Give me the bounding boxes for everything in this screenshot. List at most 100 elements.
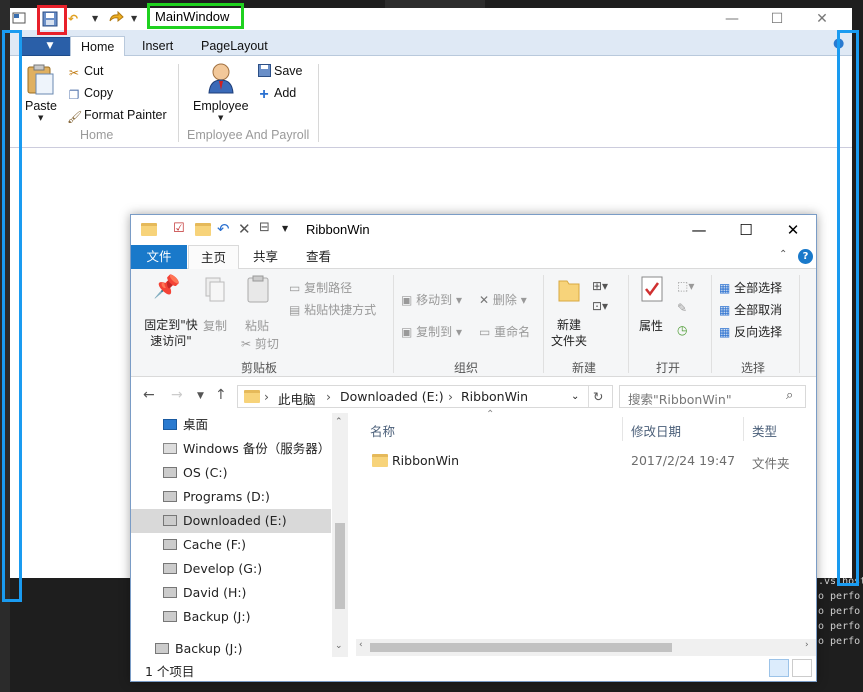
copy-path-icon: ▭ [289, 281, 305, 295]
large-icons-view-icon[interactable] [792, 659, 812, 677]
paste-shortcut-button[interactable]: ▤ 粘贴快捷方式 [289, 301, 376, 318]
tab-home[interactable]: Home [70, 36, 126, 57]
easy-access-icon[interactable]: ⊡▾ [592, 299, 608, 313]
tab-file[interactable]: 文件 [131, 245, 187, 269]
rename-button[interactable]: ▭ 重命名 [479, 323, 530, 340]
delete-button[interactable]: ✕ 删除 ▾ [479, 291, 527, 308]
breadcrumb-drive[interactable]: Downloaded (E:) [340, 389, 444, 404]
properties-button[interactable]: 属性 [639, 317, 663, 334]
close-button[interactable]: ✕ [802, 8, 842, 30]
back-arrow-icon[interactable]: ← [143, 387, 155, 403]
delete-icon[interactable]: ✕ [238, 220, 251, 238]
employee-button[interactable]: Employee [193, 96, 249, 116]
search-icon[interactable]: ⌕ [786, 388, 793, 403]
scroll-thumb[interactable] [370, 643, 672, 652]
breadcrumb-folder[interactable]: RibbonWin [461, 389, 528, 404]
search-input[interactable]: 搜索"RibbonWin" ⌕ [619, 385, 806, 408]
properties-icon[interactable]: ☑ [173, 221, 185, 236]
paste-button[interactable]: 粘贴 [245, 317, 269, 334]
horizontal-scrollbar[interactable]: ‹ › [356, 639, 816, 656]
chevron-down-icon[interactable]: ▼ [282, 224, 288, 233]
select-all-icon: ▦ [719, 281, 735, 295]
format-painter-button[interactable]: 🖌 Format Painter [67, 105, 167, 125]
nav-item-drive-j[interactable]: Backup (J:) [131, 605, 331, 629]
scroll-right-icon[interactable]: › [805, 640, 809, 650]
forward-arrow-icon[interactable]: → [171, 387, 183, 403]
copy-button[interactable]: ❐ Copy [67, 83, 114, 103]
paste-button[interactable]: Paste [25, 96, 57, 116]
copy-path-button[interactable]: ▭ 复制路径 [289, 279, 352, 296]
select-none-button[interactable]: ▦ 全部取消 [719, 301, 782, 318]
nav-item-drive-f[interactable]: Cache (F:) [131, 533, 331, 557]
edit-icon[interactable]: ✎ [677, 301, 687, 315]
history-icon[interactable]: ◷ [677, 323, 687, 337]
chevron-down-icon[interactable]: ▼ [38, 114, 43, 122]
collapse-ribbon-icon[interactable]: ⌃ [779, 249, 787, 260]
nav-item-drive-g[interactable]: Develop (G:) [131, 557, 331, 581]
save-button[interactable]: Save [257, 61, 303, 81]
cut-button[interactable]: ✂ 剪切 [241, 335, 279, 352]
scroll-thumb[interactable] [335, 523, 345, 609]
chevron-down-icon[interactable]: ▼ [197, 391, 204, 401]
up-arrow-icon[interactable]: ↑ [215, 387, 227, 403]
column-separator[interactable] [743, 417, 744, 441]
ribbon-tab-bar: ▼ Home Insert PageLayout ● [10, 30, 852, 57]
address-bar[interactable]: › 此电脑 › Downloaded (E:) › RibbonWin ⌄ ↻ [237, 385, 613, 408]
undo-icon[interactable]: ↶ [217, 220, 230, 238]
column-header-name[interactable]: 名称 [370, 421, 395, 440]
tab-view[interactable]: 查看 [294, 245, 343, 270]
file-row[interactable]: RibbonWin 2017/2/24 19:47 文件夹 [356, 449, 816, 471]
invert-selection-button[interactable]: ▦ 反向选择 [719, 323, 782, 340]
scroll-down-icon[interactable]: ⌄ [335, 641, 343, 651]
nav-item-drive-e[interactable]: Downloaded (E:) [131, 509, 331, 533]
tab-share[interactable]: 共享 [241, 245, 290, 270]
scroll-up-icon[interactable]: ⌃ [335, 417, 343, 427]
nav-item-network-backup[interactable]: Windows 备份（服务器）( [131, 437, 331, 461]
close-button[interactable]: ✕ [770, 215, 816, 245]
tab-pagelayout[interactable]: PageLayout [191, 36, 278, 57]
chevron-down-icon[interactable]: ⌄ [571, 391, 579, 402]
new-item-icon[interactable]: ⊞▾ [592, 279, 608, 293]
navigation-pane: 桌面 Windows 备份（服务器）( OS (C:) Programs (D:… [131, 413, 348, 657]
highlight-box-red [37, 5, 67, 35]
move-to-button[interactable]: ▣ 移动到 ▾ [401, 291, 462, 308]
redo-icon[interactable] [108, 10, 124, 27]
details-view-icon[interactable] [769, 659, 789, 677]
nav-item-drive-h[interactable]: David (H:) [131, 581, 331, 605]
column-header-modified[interactable]: 修改日期 [631, 421, 681, 440]
chevron-down-icon[interactable]: ▼ [218, 114, 223, 122]
tab-home[interactable]: 主页 [188, 245, 240, 270]
cut-button[interactable]: ✂ Cut [67, 61, 103, 81]
chevron-down-icon[interactable]: ▼ [131, 11, 137, 27]
group-separator [628, 275, 629, 373]
nav-item-drive-c[interactable]: OS (C:) [131, 461, 331, 485]
chevron-down-icon[interactable]: ▼ [92, 11, 98, 27]
select-all-button[interactable]: ▦ 全部选择 [719, 279, 782, 296]
column-header-type[interactable]: 类型 [752, 421, 777, 440]
new-folder-icon[interactable] [195, 223, 211, 239]
scroll-left-icon[interactable]: ‹ [359, 640, 363, 650]
maximize-button[interactable]: ☐ [723, 215, 769, 245]
tab-insert[interactable]: Insert [132, 36, 183, 57]
minimize-button[interactable]: — [712, 8, 752, 30]
breadcrumb-this-pc[interactable]: 此电脑 [278, 389, 316, 408]
new-folder-button[interactable]: 新建 文件夹 [549, 317, 589, 349]
nav-item-label: Backup (J:) [175, 641, 243, 656]
help-icon[interactable]: ? [798, 249, 813, 264]
undo-icon[interactable]: ↶ [68, 11, 78, 27]
open-icon[interactable]: ⬚▾ [677, 279, 694, 293]
nav-item-drive-d[interactable]: Programs (D:) [131, 485, 331, 509]
minimize-button[interactable]: — [676, 215, 722, 245]
nav-item-desktop[interactable]: 桌面 [131, 413, 331, 437]
nav-scrollbar[interactable]: ⌃ ⌄ [332, 413, 348, 657]
refresh-icon[interactable]: ↻ [593, 389, 603, 404]
pin-quick-access-button[interactable]: 固定到"快 速访问" [137, 317, 205, 349]
rename-icon[interactable]: ⊟ [259, 220, 270, 235]
column-separator[interactable] [622, 417, 623, 441]
add-button[interactable]: + Add [257, 83, 296, 103]
maximize-button[interactable]: ☐ [757, 8, 797, 30]
copy-button[interactable]: 复制 [203, 317, 227, 334]
desktop-icon [163, 419, 177, 430]
copy-to-button[interactable]: ▣ 复制到 ▾ [401, 323, 462, 340]
move-to-icon: ▣ [401, 293, 417, 307]
